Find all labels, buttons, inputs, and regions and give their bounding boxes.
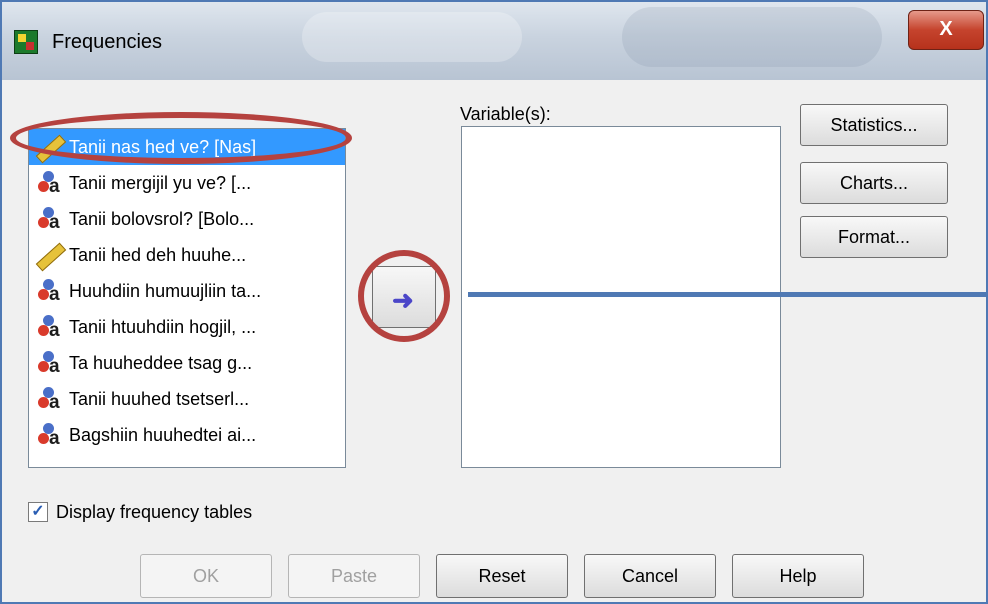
list-item-label: Bagshiin huuhedtei ai... bbox=[69, 424, 257, 445]
target-variable-list[interactable] bbox=[461, 126, 781, 468]
checkbox-label: Display frequency tables bbox=[56, 502, 253, 522]
list-item[interactable]: a Bagshiin huuhedtei ai... bbox=[29, 417, 345, 453]
list-item[interactable]: a Huuhdiin humuujliin ta... bbox=[29, 273, 345, 309]
nominal-icon: a bbox=[35, 276, 65, 306]
help-button[interactable]: Help bbox=[732, 554, 864, 598]
ok-button[interactable]: OK bbox=[140, 554, 272, 598]
paste-button[interactable]: Paste bbox=[288, 554, 420, 598]
list-item-label: Tanii htuuhdiin hogjil, ... bbox=[69, 316, 257, 337]
display-frequency-tables-checkbox[interactable]: ✓ bbox=[28, 502, 48, 522]
variables-label: Variable(s): bbox=[460, 104, 551, 124]
list-item-label: Tanii huuhed tsetserl... bbox=[69, 388, 250, 409]
nominal-icon: a bbox=[35, 204, 65, 234]
list-item-label: Ta huuheddee tsag g... bbox=[69, 352, 253, 373]
list-item[interactable]: a Tanii mergijil yu ve? [... bbox=[29, 165, 345, 201]
list-scrollbar[interactable]: ▲ ▼ bbox=[345, 129, 346, 467]
list-item[interactable]: a Tanii htuuhdiin hogjil, ... bbox=[29, 309, 345, 345]
nominal-icon: a bbox=[35, 384, 65, 414]
annotation-pointer-line bbox=[468, 292, 988, 297]
list-item-label: Tanii bolovsrol? [Bolo... bbox=[69, 208, 255, 229]
list-item[interactable]: a Tanii bolovsrol? [Bolo... bbox=[29, 201, 345, 237]
list-item-label: Tanii hed deh huuhe... bbox=[69, 244, 247, 265]
window-title: Frequencies bbox=[52, 31, 163, 53]
title-bar-shade bbox=[622, 7, 882, 67]
list-item-label: Tanii mergijil yu ve? [... bbox=[69, 172, 252, 193]
format-button[interactable]: Format... bbox=[800, 216, 948, 258]
title-bar: Frequencies X bbox=[2, 2, 986, 80]
annotation-oval-selected-item bbox=[10, 112, 352, 164]
spss-app-icon bbox=[14, 30, 38, 54]
cancel-button[interactable]: Cancel bbox=[584, 554, 716, 598]
list-item[interactable]: a Ta huuheddee tsag g... bbox=[29, 345, 345, 381]
scale-ruler-icon bbox=[35, 240, 67, 272]
nominal-icon: a bbox=[35, 348, 65, 378]
nominal-icon: a bbox=[35, 420, 65, 450]
nominal-icon: a bbox=[35, 312, 65, 342]
statistics-button[interactable]: Statistics... bbox=[800, 104, 948, 146]
annotation-oval-move-button bbox=[358, 250, 450, 342]
close-button[interactable]: X bbox=[908, 10, 984, 50]
list-item[interactable]: Tanii hed deh huuhe... bbox=[29, 237, 345, 273]
list-item[interactable]: a Tanii huuhed tsetserl... bbox=[29, 381, 345, 417]
reset-button[interactable]: Reset bbox=[436, 554, 568, 598]
charts-button[interactable]: Charts... bbox=[800, 162, 948, 204]
list-item-label: Huuhdiin humuujliin ta... bbox=[69, 280, 262, 301]
source-variable-list[interactable]: Tanii nas hed ve? [Nas] a Tanii mergijil… bbox=[28, 128, 346, 468]
title-bar-glare bbox=[302, 12, 522, 62]
nominal-icon: a bbox=[35, 168, 65, 198]
